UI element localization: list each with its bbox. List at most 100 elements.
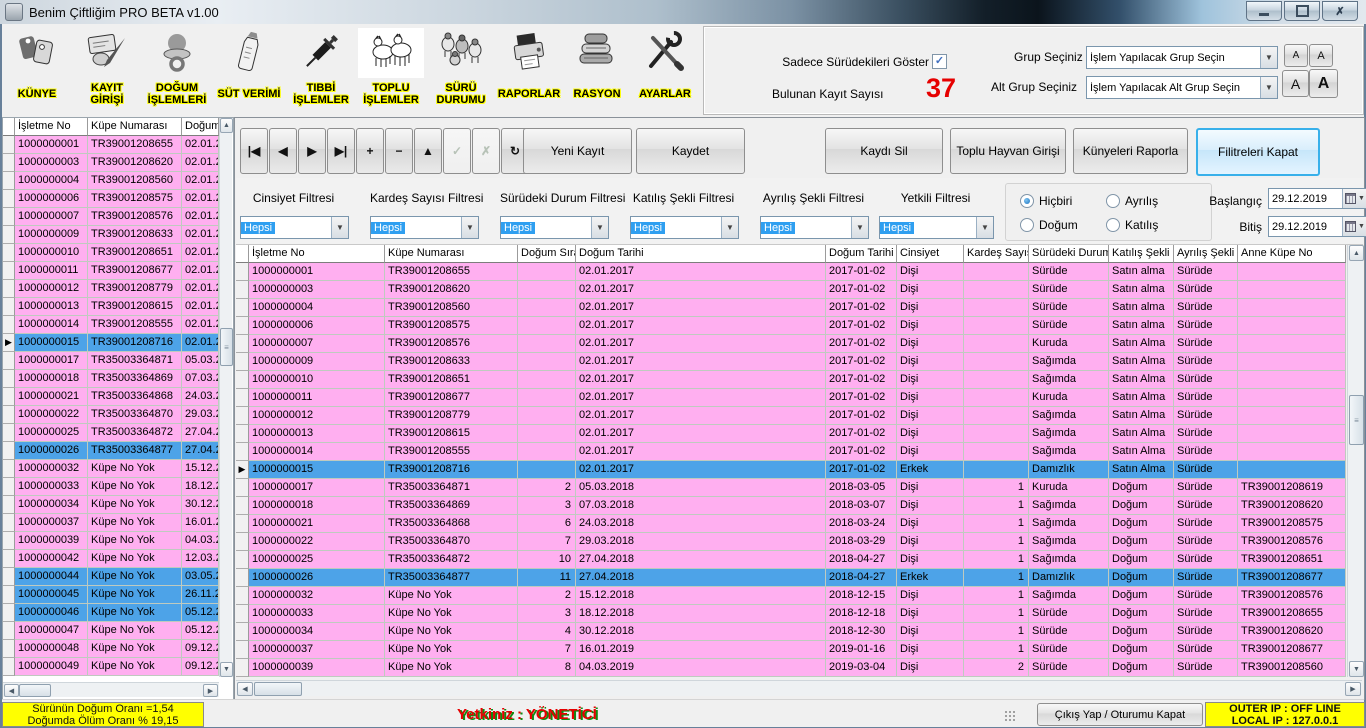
calendar-button[interactable]: ▼ (1342, 189, 1366, 208)
scrollbar-right-icon[interactable]: ▶ (1345, 682, 1361, 696)
toolbar-item-toplu-islemler[interactable]: TOPLU İŞLEMLER (358, 28, 424, 114)
toolbar-item-suru-durumu[interactable]: SÜRÜ DURUMU (428, 28, 494, 114)
list-item[interactable]: 1000000032Küpe No Yok15.12.20 (3, 460, 233, 478)
list-item[interactable]: 1000000001TR3900120865502.01.20 (3, 136, 233, 154)
bulk-animal-entry-button[interactable]: Toplu Hayvan Girişi (950, 128, 1066, 174)
radio-ayrılış[interactable]: Ayrılış (1106, 194, 1158, 208)
new-record-button[interactable]: Yeni Kayıt (523, 128, 632, 174)
scrollbar-down-icon[interactable]: ▼ (220, 662, 233, 677)
list-item[interactable]: 1000000017TR3500336487105.03.20 (3, 352, 233, 370)
table-row[interactable]: 1000000011TR3900120867702.01.20172017-01… (236, 389, 1346, 407)
nav-next-button[interactable]: ▶ (298, 128, 326, 174)
scrollbar-right-icon[interactable]: ▶ (203, 684, 218, 697)
radio-hiçbiri[interactable]: Hiçbiri (1020, 194, 1072, 208)
radio-katılış[interactable]: Katılış (1106, 218, 1158, 232)
table-row[interactable]: 1000000010TR3900120865102.01.20172017-01… (236, 371, 1346, 389)
nav-insert-button[interactable]: + (356, 128, 384, 174)
table-row[interactable]: 1000000017TR35003364871205.03.20182018-0… (236, 479, 1346, 497)
chevron-down-icon[interactable]: ▼ (591, 217, 608, 238)
table-row[interactable]: 1000000022TR35003364870729.03.20182018-0… (236, 533, 1346, 551)
table-row[interactable]: 1000000037Küpe No Yok716.01.20192019-01-… (236, 641, 1346, 659)
font-size-m-button[interactable]: A (1282, 70, 1309, 97)
list-item[interactable]: 1000000007TR3900120857602.01.20 (3, 208, 233, 226)
maximize-button[interactable] (1284, 1, 1320, 21)
list-item[interactable]: 1000000049Küpe No Yok09.12.20 (3, 658, 233, 676)
list-item[interactable]: 1000000004TR3900120856002.01.20 (3, 172, 233, 190)
list-item[interactable]: 1000000039Küpe No Yok04.03.20 (3, 532, 233, 550)
scrollbar-left-icon[interactable]: ◀ (4, 684, 19, 697)
list-item[interactable]: 1000000026TR3500336487727.04.20 (3, 442, 233, 460)
filter-combo-3[interactable]: Hepsi▼ (500, 216, 609, 239)
list-item[interactable]: 1000000010TR3900120865102.01.20 (3, 244, 233, 262)
radio-doğum[interactable]: Doğum (1020, 218, 1078, 232)
date-end-input[interactable]: 29.12.2019 ▼ (1268, 216, 1366, 237)
table-row[interactable]: 1000000004TR3900120856002.01.20172017-01… (236, 299, 1346, 317)
table-row[interactable]: 1000000007TR3900120857602.01.20172017-01… (236, 335, 1346, 353)
chevron-down-icon[interactable]: ▼ (976, 217, 993, 238)
filter-combo-2[interactable]: Hepsi▼ (370, 216, 479, 239)
grid-vertical-scrollbar[interactable]: ▲ ≡ ▼ (1347, 245, 1363, 677)
font-size-s-button[interactable]: A (1309, 44, 1333, 67)
nav-prior-button[interactable]: ◀ (269, 128, 297, 174)
nav-cancel-button[interactable]: ✗ (472, 128, 500, 174)
subgroup-select-combo[interactable]: İşlem Yapılacak Alt Grup Seçin ▼ (1086, 76, 1278, 99)
table-row[interactable]: 1000000014TR3900120855502.01.20172017-01… (236, 443, 1346, 461)
toolbar-item-kunye[interactable]: KÜNYE (4, 28, 70, 114)
table-row[interactable]: 1000000009TR3900120863302.01.20172017-01… (236, 353, 1346, 371)
toolbar-item-dogum-islemleri[interactable]: DOĞUM İŞLEMLERİ (144, 28, 210, 114)
logout-button[interactable]: Çıkış Yap / Oturumu Kapat (1037, 703, 1203, 726)
nav-last-button[interactable]: ▶| (327, 128, 355, 174)
chevron-down-icon[interactable]: ▼ (1260, 47, 1277, 68)
toolbar-item-ayarlar[interactable]: AYARLAR (632, 28, 698, 114)
grid-horizontal-scrollbar[interactable]: ◀ ▶ (236, 680, 1362, 696)
nav-edit-button[interactable]: ▲ (414, 128, 442, 174)
list-item[interactable]: 1000000037Küpe No Yok16.01.20 (3, 514, 233, 532)
toolbar-item-kayit-girisi[interactable]: KAYIT GİRİŞİ (74, 28, 140, 114)
table-row[interactable]: 1000000012TR3900120877902.01.20172017-01… (236, 407, 1346, 425)
list-item[interactable]: 1000000046Küpe No Yok05.12.20 (3, 604, 233, 622)
list-item[interactable]: 1000000044Küpe No Yok03.05.20 (3, 568, 233, 586)
minimize-button[interactable] (1246, 1, 1282, 21)
scrollbar-up-icon[interactable]: ▲ (220, 118, 233, 133)
scrollbar-down-icon[interactable]: ▼ (1349, 661, 1364, 677)
filter-combo-6[interactable]: Hepsi▼ (879, 216, 994, 239)
close-button[interactable]: ✗ (1322, 1, 1358, 21)
list-item[interactable]: 1000000018TR3500336486907.03.20 (3, 370, 233, 388)
nav-delete-button[interactable]: − (385, 128, 413, 174)
scrollbar-up-icon[interactable]: ▲ (1349, 245, 1364, 261)
list-item[interactable]: 1000000022TR3500336487029.03.20 (3, 406, 233, 424)
filter-combo-4[interactable]: Hepsi▼ (630, 216, 739, 239)
nav-post-button[interactable]: ✓ (443, 128, 471, 174)
toolbar-item-raporlar[interactable]: RAPORLAR (496, 28, 562, 114)
list-item[interactable]: 1000000006TR3900120857502.01.20 (3, 190, 233, 208)
list-item[interactable]: 1000000048Küpe No Yok09.12.20 (3, 640, 233, 658)
sidebar-vscroll-thumb[interactable]: ≡ (220, 328, 233, 366)
list-item[interactable]: 1000000013TR3900120861502.01.20 (3, 298, 233, 316)
table-row[interactable]: 1000000013TR3900120861502.01.20172017-01… (236, 425, 1346, 443)
list-item[interactable]: 1000000034Küpe No Yok30.12.20 (3, 496, 233, 514)
list-item[interactable]: ▶1000000015TR3900120871602.01.20 (3, 334, 233, 352)
grid-hscroll-thumb[interactable] (254, 682, 302, 696)
chevron-down-icon[interactable]: ▼ (851, 217, 868, 238)
table-row[interactable]: 1000000026TR350033648771127.04.20182018-… (236, 569, 1346, 587)
table-row[interactable]: 1000000021TR35003364868624.03.20182018-0… (236, 515, 1346, 533)
list-item[interactable]: 1000000003TR3900120862002.01.20 (3, 154, 233, 172)
table-row[interactable]: 1000000003TR3900120862002.01.20172017-01… (236, 281, 1346, 299)
list-item[interactable]: 1000000021TR3500336486824.03.20 (3, 388, 233, 406)
calendar-button[interactable]: ▼ (1342, 217, 1366, 236)
list-item[interactable]: 1000000009TR3900120863302.01.20 (3, 226, 233, 244)
save-button[interactable]: Kaydet (636, 128, 745, 174)
toolbar-item-sut-verimi[interactable]: SÜT VERİMİ (216, 28, 282, 114)
list-item[interactable]: 1000000047Küpe No Yok05.12.20 (3, 622, 233, 640)
list-item[interactable]: 1000000033Küpe No Yok18.12.20 (3, 478, 233, 496)
list-item[interactable]: 1000000045Küpe No Yok26.11.20 (3, 586, 233, 604)
sidebar-horizontal-scrollbar[interactable]: ◀ ▶ (3, 682, 219, 697)
list-item[interactable]: 1000000042Küpe No Yok12.03.20 (3, 550, 233, 568)
toolbar-item-tibbi-islemler[interactable]: TIBBİ İŞLEMLER (288, 28, 354, 114)
toolbar-item-rasyon[interactable]: RASYON (564, 28, 630, 114)
chevron-down-icon[interactable]: ▼ (721, 217, 738, 238)
nav-first-button[interactable]: |◀ (240, 128, 268, 174)
table-row[interactable]: 1000000033Küpe No Yok318.12.20182018-12-… (236, 605, 1346, 623)
sidebar-hscroll-thumb[interactable] (19, 684, 51, 697)
table-row[interactable]: 1000000032Küpe No Yok215.12.20182018-12-… (236, 587, 1346, 605)
